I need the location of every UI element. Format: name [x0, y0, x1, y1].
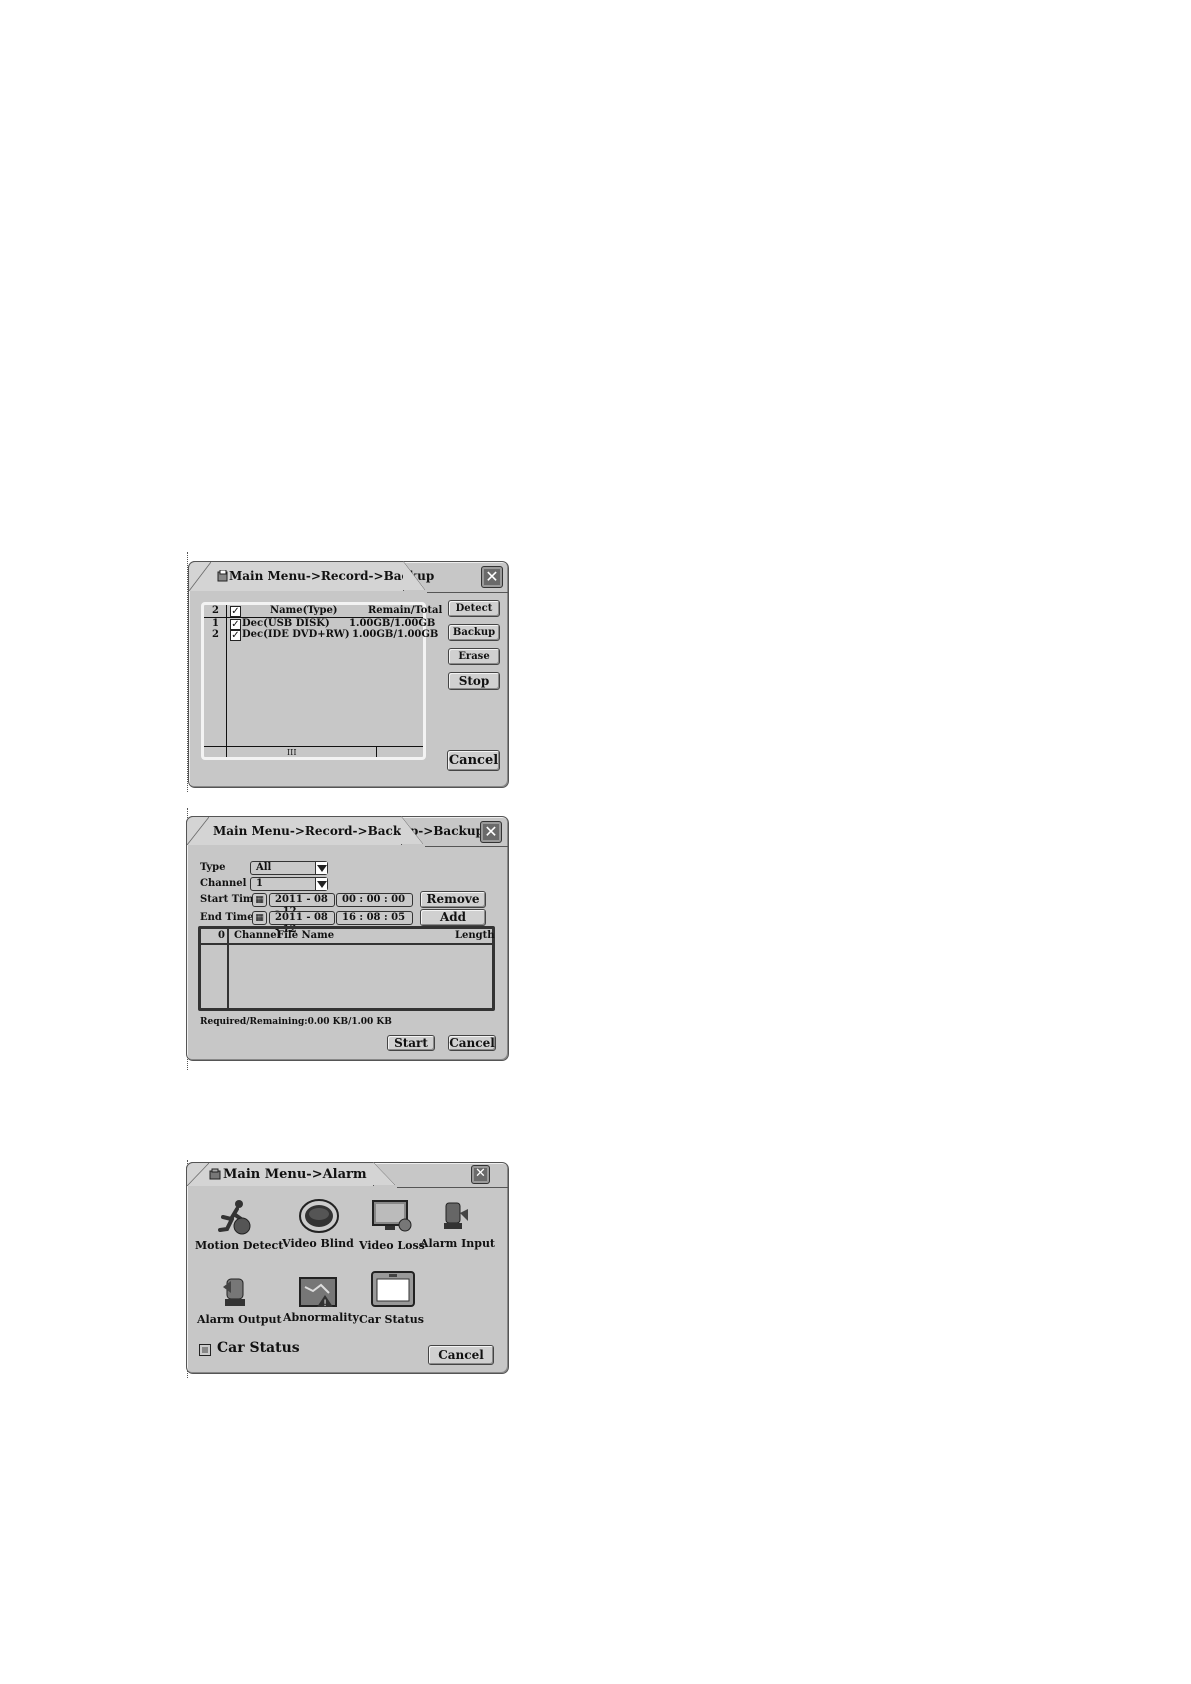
- row-index: 1: [212, 618, 219, 629]
- start-date-field[interactable]: 2011 - 08 - 12: [269, 893, 335, 917]
- alarm-dialog-breadcrumb: Main Menu->Alarm: [223, 1167, 367, 1182]
- backup-file-dialog-breadcrumb: Main Menu->Record->Backup->Backup: [213, 824, 484, 838]
- calendar-icon[interactable]: ▦: [252, 911, 267, 925]
- backup-dialog-title-tab: Main Menu->Record->Backup: [188, 561, 434, 591]
- start-clock-field[interactable]: 00 : 00 : 00: [336, 893, 413, 907]
- alarm-dialog: Main Menu->Alarm ✕ Motion Detect Video B…: [186, 1162, 509, 1374]
- alarm-dialog-title-tab: Main Menu->Alarm: [186, 1162, 395, 1186]
- backup-button[interactable]: Backup: [448, 624, 500, 641]
- device-count: 2: [212, 605, 219, 616]
- alarm-output-item[interactable]: Alarm Output: [197, 1273, 282, 1333]
- cancel-button[interactable]: Cancel: [447, 750, 500, 771]
- backup-file-dialog: Main Menu->Record->Backup->Backup ✕ Type…: [186, 816, 509, 1061]
- add-button[interactable]: Add: [420, 909, 486, 926]
- detect-button[interactable]: Detect: [448, 600, 500, 617]
- video-blind-label: Video Blind: [282, 1237, 354, 1250]
- cancel-button[interactable]: Cancel: [428, 1345, 494, 1365]
- select-all-checkbox[interactable]: ✓: [230, 606, 241, 617]
- row-name: Dec(IDE DVD+RW): [242, 629, 350, 640]
- stop-button[interactable]: Stop: [448, 672, 500, 690]
- car-status-item[interactable]: Car Status: [359, 1271, 424, 1333]
- end-clock-field[interactable]: 16 : 08 : 05: [336, 911, 413, 925]
- header-name: Name(Type): [270, 605, 338, 616]
- svg-text:!: !: [323, 1299, 327, 1309]
- row-index: 2: [212, 629, 219, 640]
- header-size: Remain/Total: [368, 605, 443, 616]
- motion-detect-label: Motion Detect: [195, 1239, 284, 1252]
- header-channel: Channel: [234, 930, 281, 941]
- abnormality-item[interactable]: ! Abnormality: [283, 1273, 359, 1333]
- type-select[interactable]: All: [250, 861, 328, 875]
- backup-dialog-breadcrumb: Main Menu->Record->Backup: [229, 569, 435, 583]
- erase-button[interactable]: Erase: [448, 648, 500, 665]
- header-file-name: File Name: [277, 930, 335, 941]
- chevron-down-icon: [315, 878, 327, 890]
- remove-button[interactable]: Remove: [420, 891, 486, 908]
- motion-detect-item[interactable]: Motion Detect: [195, 1199, 284, 1259]
- alarm-output-label: Alarm Output: [197, 1313, 282, 1326]
- car-status-checkbox[interactable]: [199, 1344, 211, 1356]
- type-label: Type: [200, 862, 226, 873]
- alarm-input-label: Alarm Input: [420, 1237, 496, 1250]
- title-divider: [397, 1187, 508, 1188]
- calendar-icon[interactable]: ▦: [252, 893, 267, 907]
- end-date-field[interactable]: 2011 - 08 - 12: [269, 911, 335, 935]
- backup-icon: [217, 570, 228, 582]
- alarm-input-item[interactable]: Alarm Input: [420, 1197, 496, 1257]
- footer-column-divider: [376, 747, 377, 757]
- table-row[interactable]: 1 ✓ Dec(USB DISK) 1.00GB/1.00GB: [204, 618, 435, 630]
- car-status-checkbox-label: Car Status: [217, 1340, 300, 1356]
- file-table: 0 Channel File Name Length: [198, 926, 495, 1011]
- header-divider: [201, 943, 492, 945]
- running-person-icon: [218, 1200, 251, 1235]
- video-blind-item[interactable]: Video Blind: [282, 1199, 354, 1259]
- type-select-value: All: [256, 862, 272, 873]
- footer-divider: [204, 746, 423, 747]
- alarm-output-icon: [223, 1278, 245, 1306]
- header-index: 0: [218, 930, 225, 941]
- column-divider: [227, 929, 229, 1008]
- channel-label: Channel: [200, 878, 247, 889]
- table-row[interactable]: 2 ✓ Dec(IDE DVD+RW) 1.00GB/1.00GB: [204, 629, 438, 641]
- close-button[interactable]: ✕: [480, 821, 502, 843]
- alarm-menu-icon: [209, 1168, 221, 1180]
- row-checkbox[interactable]: ✓: [230, 630, 241, 641]
- alarm-siren-icon: [444, 1202, 468, 1229]
- start-time-label: Start Time: [200, 894, 260, 905]
- channel-select[interactable]: 1: [250, 877, 328, 891]
- car-status-label: Car Status: [359, 1313, 424, 1326]
- close-button[interactable]: ✕: [481, 566, 503, 588]
- channel-select-value: 1: [256, 878, 263, 889]
- video-loss-label: Video Loss: [359, 1239, 425, 1252]
- video-loss-item[interactable]: Video Loss: [359, 1199, 425, 1259]
- cancel-button[interactable]: Cancel: [448, 1035, 496, 1051]
- header-length: Length: [455, 930, 495, 941]
- title-divider: [427, 592, 508, 593]
- device-table: 2 ✓ Name(Type) Remain/Total 1 ✓ Dec(USB …: [201, 602, 442, 760]
- end-time-label: End Time: [200, 912, 254, 923]
- monitor-icon: [372, 1200, 412, 1232]
- row-size: 1.00GB/1.00GB: [352, 629, 439, 640]
- start-button[interactable]: Start: [387, 1035, 435, 1051]
- backup-file-dialog-title-tab: Main Menu->Record->Backup->Backup: [186, 816, 484, 845]
- car-status-icon: [371, 1271, 415, 1307]
- row-size: 1.00GB/1.00GB: [349, 618, 436, 629]
- horizontal-scrollbar-grip[interactable]: III: [287, 748, 296, 757]
- row-name: Dec(USB DISK): [242, 618, 330, 629]
- capacity-status: Required/Remaining:0.00 KB/1.00 KB: [200, 1017, 392, 1027]
- warning-screen-icon: !: [299, 1277, 337, 1309]
- backup-dialog: Main Menu->Record->Backup ✕ 2 ✓ Name(Typ…: [188, 561, 509, 788]
- chevron-down-icon: [315, 862, 327, 874]
- camera-lens-icon: [299, 1199, 339, 1233]
- title-divider: [425, 846, 508, 847]
- abnormality-label: Abnormality: [283, 1311, 359, 1324]
- close-button[interactable]: ✕: [471, 1165, 490, 1184]
